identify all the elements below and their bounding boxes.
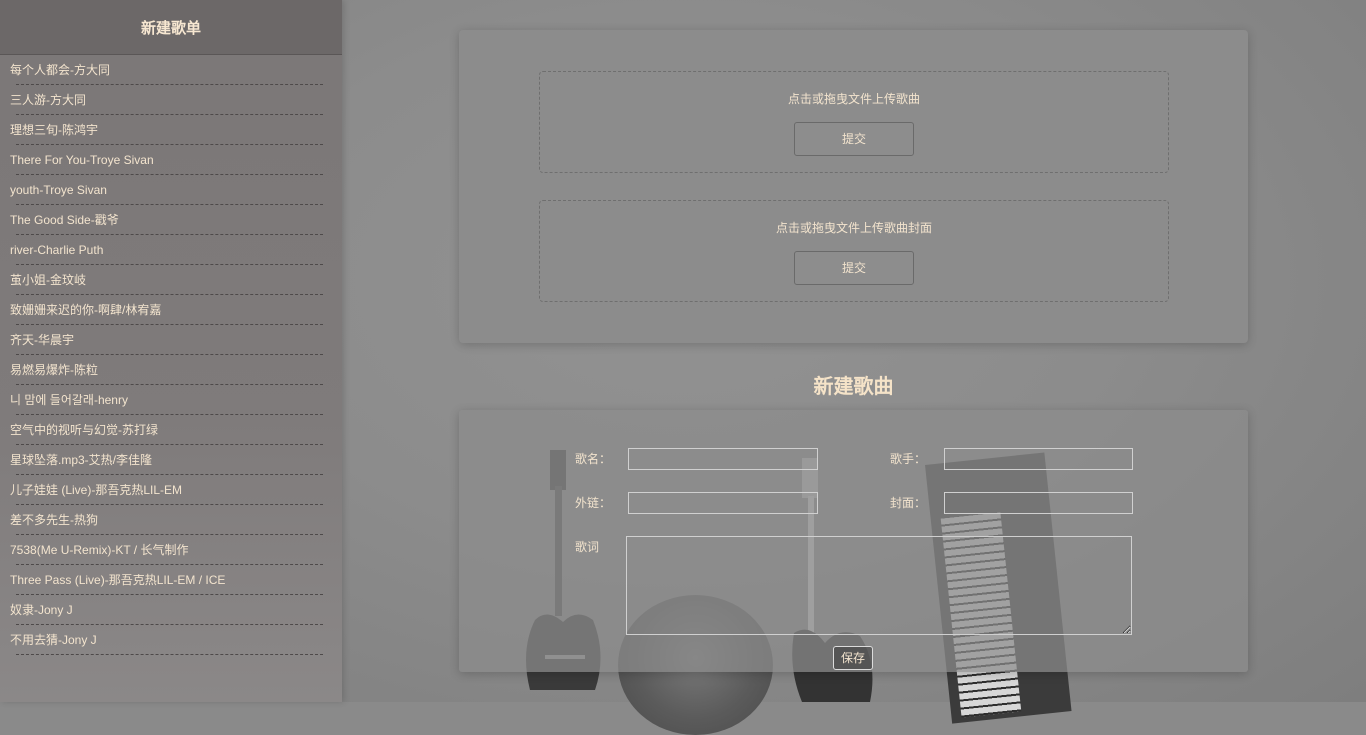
song-name-input[interactable] xyxy=(628,448,818,470)
song-item[interactable]: 齐天-华晨宇 xyxy=(0,325,342,355)
song-item[interactable]: 空气中的视听与幻觉-苏打绿 xyxy=(0,415,342,445)
song-name-label: 歌名： xyxy=(575,452,612,466)
song-item[interactable]: The Good Side-戳爷 xyxy=(0,205,342,235)
song-item[interactable]: Three Pass (Live)-那吾克热LIL-EM / ICE xyxy=(0,565,342,595)
song-item[interactable]: 니 맘에 들어갈래-henry xyxy=(0,385,342,415)
singer-label: 歌手： xyxy=(890,452,927,466)
song-list: 每个人都会-方大同 三人游-方大同 理想三旬-陈鸿宇 There For You… xyxy=(0,55,342,655)
new-song-form: 歌名： 歌手： 外链： 封面： 歌词 保存 xyxy=(459,410,1248,672)
song-item[interactable]: 茧小姐-金玟岐 xyxy=(0,265,342,295)
song-item[interactable]: There For You-Troye Sivan xyxy=(0,145,342,175)
new-song-title: 新建歌曲 xyxy=(813,376,894,398)
song-item[interactable]: 奴隶-Jony J xyxy=(0,595,342,625)
lyrics-textarea[interactable] xyxy=(626,536,1132,635)
song-item[interactable]: 星球坠落.mp3-艾热/李佳隆 xyxy=(0,445,342,475)
song-item[interactable]: 致姗姗来迟的你-啊肆/林宥嘉 xyxy=(0,295,342,325)
link-label: 外链： xyxy=(575,496,612,510)
upload-panel: 点击或拖曳文件上传歌曲 提交 点击或拖曳文件上传歌曲封面 提交 xyxy=(459,30,1248,343)
song-item[interactable]: youth-Troye Sivan xyxy=(0,175,342,205)
song-item[interactable]: 易燃易爆炸-陈粒 xyxy=(0,355,342,385)
cover-label: 封面： xyxy=(890,496,927,510)
cover-submit-button[interactable]: 提交 xyxy=(794,251,914,285)
song-item[interactable]: 不用去猜-Jony J xyxy=(0,625,342,655)
song-item[interactable]: 7538(Me U-Remix)-KT / 长气制作 xyxy=(0,535,342,565)
song-item[interactable]: 儿子娃娃 (Live)-那吾克热LIL-EM xyxy=(0,475,342,505)
song-item[interactable]: 每个人都会-方大同 xyxy=(0,55,342,85)
cover-upload-dropzone[interactable]: 点击或拖曳文件上传歌曲封面 提交 xyxy=(539,200,1169,302)
song-upload-hint: 点击或拖曳文件上传歌曲 xyxy=(787,92,920,106)
link-input[interactable] xyxy=(628,492,818,514)
song-item[interactable]: 差不多先生-热狗 xyxy=(0,505,342,535)
song-submit-button[interactable]: 提交 xyxy=(794,122,914,156)
cover-upload-hint: 点击或拖曳文件上传歌曲封面 xyxy=(775,221,932,235)
song-item[interactable]: river-Charlie Puth xyxy=(0,235,342,265)
song-upload-dropzone[interactable]: 点击或拖曳文件上传歌曲 提交 xyxy=(539,71,1169,173)
singer-input[interactable] xyxy=(944,448,1133,470)
lyrics-label: 歌词 xyxy=(575,540,600,554)
song-item[interactable]: 三人游-方大同 xyxy=(0,85,342,115)
playlist-sidebar: 新建歌单 每个人都会-方大同 三人游-方大同 理想三旬-陈鸿宇 There Fo… xyxy=(0,0,342,702)
song-item[interactable]: 理想三旬-陈鸿宇 xyxy=(0,115,342,145)
save-button[interactable]: 保存 xyxy=(833,646,873,670)
cover-input[interactable] xyxy=(944,492,1133,514)
sidebar-title[interactable]: 新建歌单 xyxy=(0,0,342,55)
